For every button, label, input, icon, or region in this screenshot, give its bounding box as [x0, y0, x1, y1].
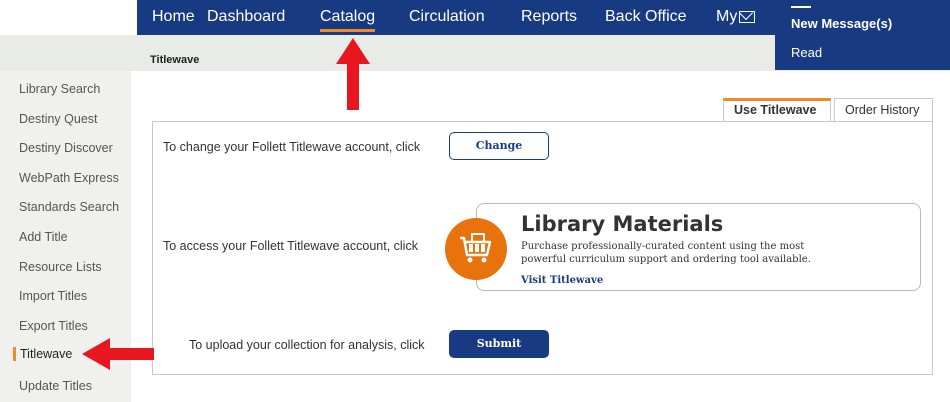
access-account-text: To access your Follett Titlewave account… [163, 239, 418, 253]
library-materials-description: Purchase professionally-curated content … [521, 241, 811, 265]
sidebar-item-webpath-express[interactable]: WebPath Express [19, 171, 119, 185]
change-account-text: To change your Follett Titlewave account… [163, 140, 421, 154]
tab-use-titlewave[interactable]: Use Titlewave [723, 98, 831, 122]
sidebar-item-add-title[interactable]: Add Title [19, 230, 68, 244]
tab-order-history[interactable]: Order History [834, 98, 933, 122]
upload-collection-text: To upload your collection for analysis, … [189, 338, 425, 352]
mail-icon [739, 10, 756, 23]
red-arrow-annotation [336, 38, 370, 110]
messages-dropdown: New Message(s) Read [775, 0, 950, 70]
nav-my-label: My [716, 8, 738, 25]
nav-reports[interactable]: Reports [521, 8, 577, 26]
sidebar-item-resource-lists[interactable]: Resource Lists [19, 260, 102, 274]
sidebar-item-library-search[interactable]: Library Search [19, 82, 100, 96]
nav-dashboard[interactable]: Dashboard [207, 8, 285, 26]
library-materials-title: Library Materials [521, 212, 724, 236]
change-button[interactable]: Change [449, 132, 549, 160]
red-arrow-annotation [82, 338, 154, 370]
nav-home[interactable]: Home [152, 8, 195, 26]
nav-back-office[interactable]: Back Office [605, 8, 687, 26]
sidebar-item-destiny-discover[interactable]: Destiny Discover [19, 141, 113, 155]
sidebar-item-standards-search[interactable]: Standards Search [19, 200, 119, 214]
sidebar-item-destiny-quest[interactable]: Destiny Quest [19, 112, 98, 126]
nav-my[interactable]: My [716, 8, 756, 26]
sidebar-item-titlewave[interactable]: Titlewave [13, 347, 72, 361]
nav-catalog[interactable]: Catalog [320, 8, 376, 32]
new-messages-link[interactable]: New Message(s) [791, 16, 892, 31]
nav-circulation[interactable]: Circulation [409, 8, 485, 26]
sidebar-item-import-titles[interactable]: Import Titles [19, 289, 87, 303]
visit-titlewave-link[interactable]: Visit Titlewave [521, 275, 603, 286]
sidebar-item-export-titles[interactable]: Export Titles [19, 319, 88, 333]
dropdown-divider [791, 6, 811, 8]
read-messages-link[interactable]: Read [791, 45, 822, 60]
library-materials-card[interactable]: Library Materials Purchase professionall… [476, 203, 921, 291]
submit-button[interactable]: Submit [449, 330, 549, 358]
sidebar-item-update-titles[interactable]: Update Titles [19, 379, 92, 393]
shopping-cart-icon[interactable] [445, 218, 507, 280]
breadcrumb: Titlewave [150, 54, 200, 66]
